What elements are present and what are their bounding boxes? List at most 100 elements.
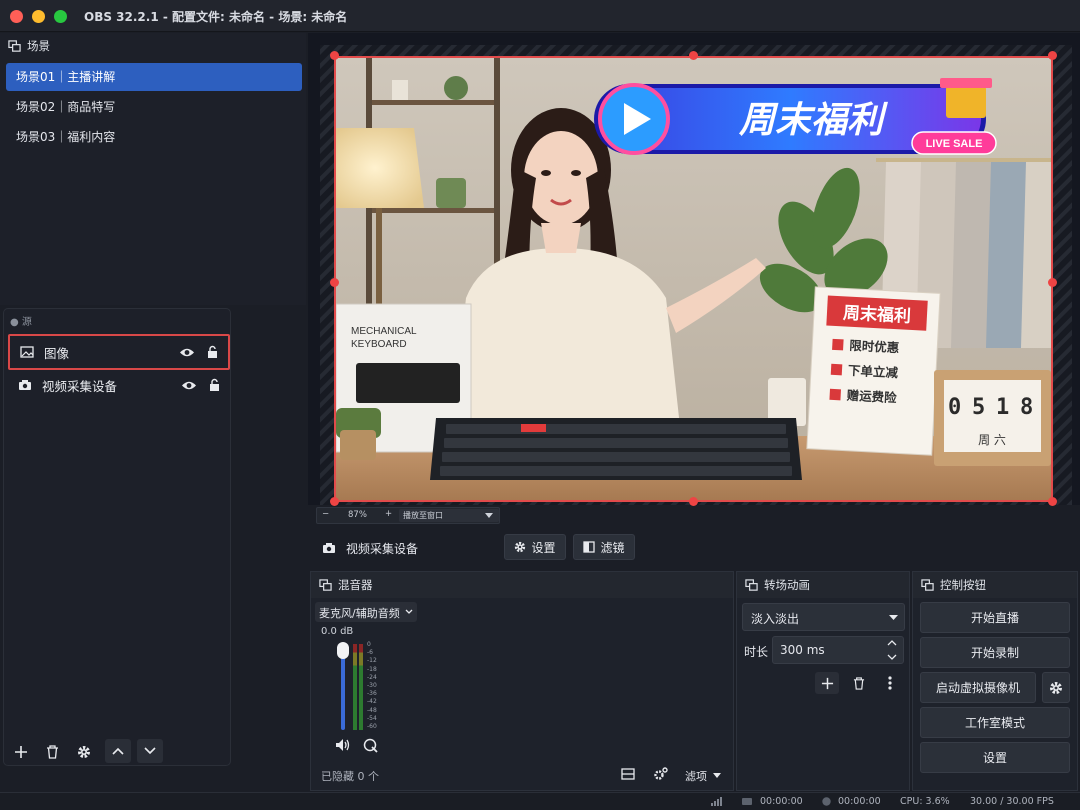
scene-item-1[interactable]: 场景01｜主播讲解: [6, 63, 302, 91]
volume-fader-handle[interactable]: [337, 642, 349, 659]
source-item-image[interactable]: 图像: [8, 334, 230, 370]
db-tick: -30: [367, 682, 377, 690]
db-tick: -6: [367, 649, 373, 657]
sign-item-2: 下单立减: [848, 363, 899, 381]
scenes-dock: 场景 场景01｜主播讲解 场景02｜商品特写 场景03｜福利内容: [0, 33, 306, 305]
chevron-up-icon[interactable]: [887, 640, 897, 646]
duration-input[interactable]: 300 ms: [772, 636, 904, 664]
scale-mode-select[interactable]: 播放至窗口: [399, 509, 499, 522]
move-source-down-button[interactable]: [137, 739, 163, 763]
lock-icon[interactable]: [209, 378, 220, 392]
minimize-window-button[interactable]: [32, 10, 45, 23]
resize-handle[interactable]: [1048, 278, 1057, 287]
move-source-up-button[interactable]: [105, 739, 131, 763]
chevron-down-icon[interactable]: [887, 654, 897, 660]
source-filters-button[interactable]: 滤镜: [573, 534, 635, 560]
transition-select[interactable]: 淡入淡出: [742, 603, 905, 631]
lock-icon[interactable]: [207, 345, 218, 359]
volume-db: 0.0 dB: [321, 626, 354, 637]
calendar-weekday: 周 六: [978, 433, 1006, 447]
plus-icon: [821, 677, 833, 689]
audio-mixer-dock: 混音器 麦克风/辅助音频 0.0 dB 0 -6 -12 -18 -24 -30…: [310, 571, 734, 791]
more-vertical-icon: [888, 676, 892, 690]
channel-name: 麦克风/辅助音频: [319, 607, 400, 620]
db-tick: -24: [367, 673, 377, 681]
add-source-button[interactable]: [10, 741, 32, 763]
calendar-digit-3: 1: [996, 395, 1009, 420]
start-recording-button[interactable]: 开始录制: [920, 637, 1070, 668]
source-item-video-capture[interactable]: 视频采集设备: [8, 369, 230, 401]
resize-handle[interactable]: [689, 51, 698, 60]
resize-handle[interactable]: [1048, 497, 1057, 506]
eye-icon[interactable]: [179, 347, 195, 358]
start-streaming-button[interactable]: 开始直播: [920, 602, 1070, 633]
maximize-window-button[interactable]: [54, 10, 67, 23]
mixer-channel-dropdown[interactable]: 麦克风/辅助音频: [315, 602, 417, 622]
eye-icon[interactable]: [181, 380, 197, 391]
db-scale: 0 -6 -12 -18 -24 -30 -36 -42 -48 -54 -60: [367, 641, 387, 731]
studio-mode-button[interactable]: 工作室模式: [920, 707, 1070, 738]
source-label: 视频采集设备: [42, 378, 118, 394]
filter-icon: [583, 541, 596, 553]
caret-down-icon: [485, 513, 493, 518]
audio-settings-icon[interactable]: [363, 738, 379, 754]
transition-more-button[interactable]: [879, 672, 901, 694]
stream-status-icon: [742, 798, 752, 805]
remove-transition-button[interactable]: [847, 672, 871, 694]
db-tick: -36: [367, 690, 377, 698]
sign-item-1: 限时优惠: [849, 338, 900, 356]
status-bar: 00:00:00 00:00:00 CPU: 3.6% 30.00 / 30.0…: [0, 792, 1080, 810]
advanced-audio-gear-icon[interactable]: [653, 767, 668, 781]
db-tick: -48: [367, 706, 377, 714]
stream-time: 00:00:00: [760, 796, 803, 807]
box-label-line1: MECHANICAL: [351, 326, 417, 337]
transitions-dock: 转场动画 淡入淡出 时长 300 ms: [736, 571, 910, 791]
duration-value: 300 ms: [780, 643, 825, 657]
mixer-options-menu[interactable]: 滤项: [683, 765, 727, 785]
close-window-button[interactable]: [10, 10, 23, 23]
dock-icon: [8, 39, 21, 52]
options-label: 滤项: [685, 770, 707, 783]
start-virtual-camera-button[interactable]: 启动虚拟摄像机: [920, 672, 1036, 703]
controls-dock: 控制按钮 开始直播 开始录制 启动虚拟摄像机 工作室模式 设置: [912, 571, 1078, 791]
scene-item-3[interactable]: 场景03｜福利内容: [6, 123, 302, 151]
zoom-bar: − 87% + 播放至窗口: [316, 507, 500, 524]
controls-title: 控制按钮: [940, 578, 986, 592]
live-scene-image: MECHANICAL KEYBOARD 周末福利 限时优惠 下单立减 赠运费险: [336, 58, 1051, 500]
virtual-camera-settings-button[interactable]: [1042, 672, 1070, 703]
resize-handle[interactable]: [1048, 51, 1057, 60]
sign-title: 周末福利: [842, 302, 911, 327]
db-tick: -54: [367, 714, 377, 722]
speaker-icon[interactable]: [335, 738, 351, 752]
resize-handle[interactable]: [330, 51, 339, 60]
source-properties-button[interactable]: [73, 741, 95, 763]
resize-handle[interactable]: [330, 497, 339, 506]
preview-canvas[interactable]: MECHANICAL KEYBOARD 周末福利 限时优惠 下单立减 赠运费险: [334, 56, 1053, 502]
mixer-layout-icon[interactable]: [621, 768, 635, 780]
sources-header: ● 源: [10, 317, 32, 328]
db-tick: -42: [367, 698, 377, 706]
transitions-header: 转场动画: [737, 572, 909, 598]
sources-title: 源: [21, 317, 32, 328]
scene-item-2[interactable]: 场景02｜商品特写: [6, 93, 302, 121]
dock-icon: [319, 578, 332, 591]
zoom-in-button[interactable]: +: [385, 509, 392, 519]
transition-value: 淡入淡出: [751, 612, 800, 626]
gear-icon: [515, 541, 526, 553]
resize-handle[interactable]: [330, 278, 339, 287]
remove-source-button[interactable]: [41, 741, 63, 763]
zoom-out-button[interactable]: −: [322, 509, 329, 519]
db-tick: -60: [367, 723, 377, 731]
level-meter-right: [359, 644, 363, 730]
add-transition-button[interactable]: [815, 672, 839, 694]
scenes-title: 场景: [27, 39, 50, 53]
source-settings-button[interactable]: 设置: [504, 534, 566, 560]
dock-icon: [921, 578, 934, 591]
settings-button[interactable]: 设置: [920, 742, 1070, 773]
cpu-usage: CPU: 3.6%: [900, 796, 950, 807]
db-tick: -12: [367, 657, 377, 665]
resize-handle[interactable]: [689, 497, 698, 506]
banner-title: 周末福利: [738, 100, 888, 141]
zoom-level: 87%: [348, 510, 367, 520]
trash-icon: [46, 745, 58, 759]
